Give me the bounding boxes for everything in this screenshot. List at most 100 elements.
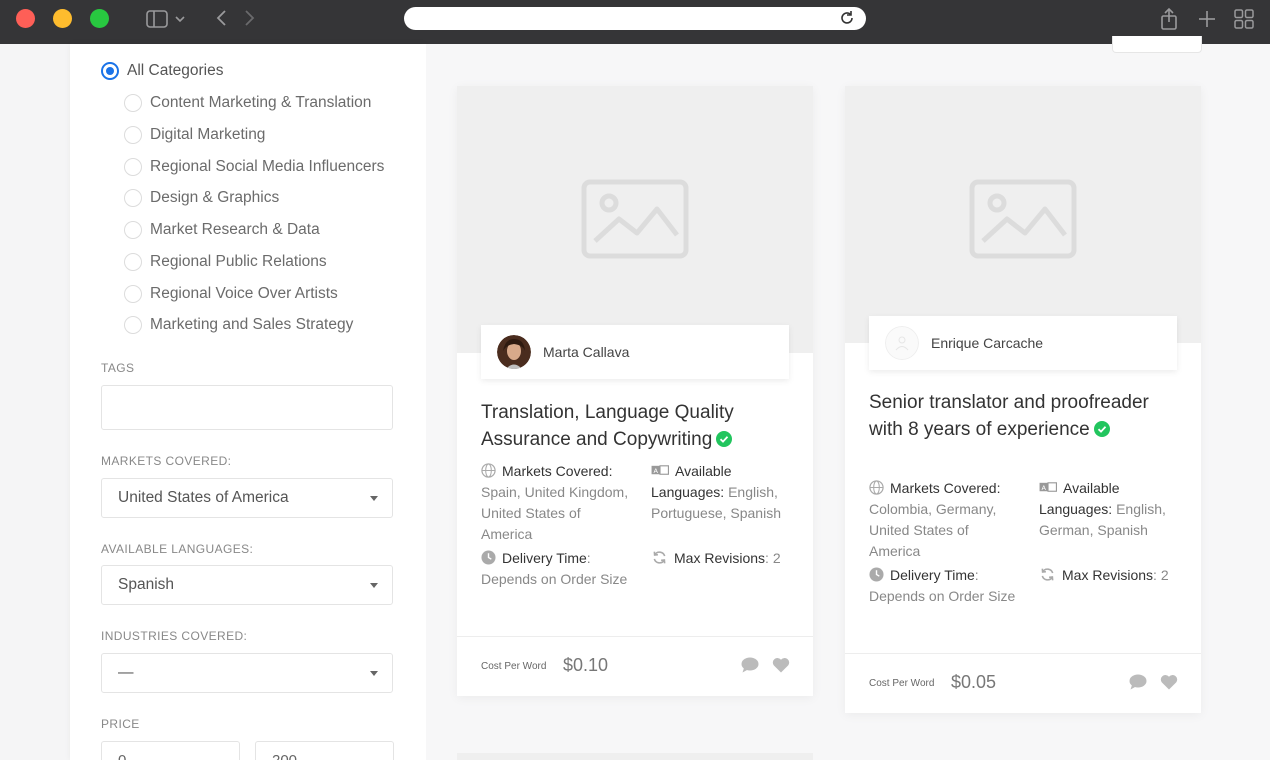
cost-per-word-label: Cost Per Word (481, 661, 547, 672)
image-placeholder-icon (581, 179, 689, 259)
chat-icon[interactable] (741, 657, 759, 673)
back-icon[interactable] (213, 8, 231, 28)
industries-select[interactable]: — (101, 653, 393, 693)
radio[interactable] (124, 94, 142, 112)
markets-select[interactable]: United States of America (101, 478, 393, 518)
heart-icon[interactable] (772, 657, 790, 673)
category-label: Digital Marketing (150, 126, 266, 143)
card-divider (845, 653, 1201, 654)
delivery-time: Delivery Time: Depends on Order Size (869, 567, 1016, 604)
avatar (497, 335, 531, 369)
avatar (885, 326, 919, 360)
zoom-window-button[interactable] (90, 9, 109, 28)
language-icon: A (1039, 482, 1057, 492)
forward-icon[interactable] (240, 8, 258, 28)
verified-check-icon (716, 431, 733, 447)
radio[interactable] (124, 285, 142, 303)
new-tab-icon[interactable] (1196, 8, 1218, 30)
svg-text:A: A (653, 467, 658, 475)
clock-icon (481, 550, 496, 565)
radio[interactable] (124, 316, 142, 334)
delivery-time: Delivery Time: Depends on Order Size (481, 550, 628, 587)
language-icon: A (651, 465, 669, 475)
markets-covered: Markets Covered: Spain, United Kingdom, … (481, 461, 631, 545)
markets-covered-value: Colombia, Germany, United States of Amer… (869, 501, 997, 559)
languages-label: AVAILABLE LANGUAGES: (101, 542, 254, 556)
category-option[interactable]: Regional Public Relations (124, 253, 327, 271)
author-box[interactable]: Marta Callava (481, 325, 789, 379)
tab-overview-icon[interactable] (1233, 8, 1255, 30)
price-max-input[interactable]: 200 (255, 741, 394, 760)
radio-selected[interactable] (101, 62, 119, 80)
share-icon[interactable] (1158, 7, 1180, 31)
radio[interactable] (124, 158, 142, 176)
delivery-label: Delivery Time (890, 567, 975, 583)
reload-icon[interactable] (838, 9, 856, 27)
industries-value: — (118, 664, 134, 681)
card-image-placeholder (457, 86, 813, 353)
service-card[interactable]: Marta Callava Translation, Language Qual… (457, 86, 813, 696)
languages-value: Spanish (118, 576, 175, 593)
service-card[interactable]: Enrique Carcache Senior translator and p… (845, 86, 1201, 713)
max-revisions: Max Revisions: 2 (1039, 565, 1184, 586)
filter-sidebar: All Categories Content Marketing & Trans… (70, 44, 426, 760)
max-revisions: Max Revisions: 2 (651, 548, 796, 569)
card-title-text: Translation, Language Quality Assurance … (481, 402, 734, 450)
globe-icon (481, 463, 496, 478)
radio[interactable] (124, 221, 142, 239)
category-option[interactable]: Digital Marketing (124, 126, 265, 144)
radio[interactable] (124, 189, 142, 207)
category-label: Regional Social Media Influencers (150, 158, 385, 175)
category-option[interactable]: Content Marketing & Translation (124, 94, 371, 112)
radio[interactable] (124, 253, 142, 271)
address-bar[interactable] (404, 7, 866, 30)
revisions-value: 2 (772, 550, 781, 566)
radio[interactable] (124, 126, 142, 144)
revisions-value: 2 (1160, 567, 1169, 583)
available-languages: A Available Languages: English, Portugues… (651, 461, 796, 524)
globe-icon (869, 480, 884, 495)
category-option-all[interactable]: All Categories (101, 62, 224, 80)
minimize-window-button[interactable] (53, 9, 72, 28)
browser-toolbar (0, 0, 1270, 44)
category-label: Regional Voice Over Artists (150, 285, 338, 302)
languages-select[interactable]: Spanish (101, 565, 393, 605)
tags-input[interactable] (101, 385, 393, 430)
next-card-image (457, 753, 813, 760)
sort-button[interactable] (1112, 36, 1202, 53)
tags-label: TAGS (101, 361, 135, 375)
card-title[interactable]: Translation, Language Quality Assurance … (481, 399, 791, 453)
chat-icon[interactable] (1129, 674, 1147, 690)
category-option[interactable]: Marketing and Sales Strategy (124, 316, 353, 334)
close-window-button[interactable] (16, 9, 35, 28)
delivery-value: Depends on Order Size (481, 571, 628, 587)
category-label: Design & Graphics (150, 189, 280, 206)
category-option[interactable]: Regional Social Media Influencers (124, 158, 384, 176)
heart-icon[interactable] (1160, 674, 1178, 690)
markets-covered-value: Spain, United Kingdom, United States of … (481, 484, 629, 542)
price-min-input[interactable]: 0 (101, 741, 240, 760)
price-label: PRICE (101, 717, 140, 731)
markets-covered: Markets Covered: Colombia, Germany, Unit… (869, 478, 1019, 562)
category-label: Content Marketing & Translation (150, 94, 372, 111)
caret-down-icon (370, 671, 378, 676)
category-label: Marketing and Sales Strategy (150, 316, 354, 333)
cost-per-word-label: Cost Per Word (869, 678, 935, 689)
revisions-label: Max Revisions (1062, 567, 1154, 583)
category-option[interactable]: Design & Graphics (124, 189, 279, 207)
category-option[interactable]: Market Research & Data (124, 221, 320, 239)
caret-down-icon (370, 583, 378, 588)
author-name: Enrique Carcache (931, 335, 1044, 351)
category-option[interactable]: Regional Voice Over Artists (124, 285, 338, 303)
delivery-label: Delivery Time (502, 550, 587, 566)
sidebar-toggle-icon[interactable] (146, 9, 186, 29)
industries-label: INDUSTRIES COVERED: (101, 629, 248, 643)
category-label: All Categories (127, 62, 224, 79)
author-box[interactable]: Enrique Carcache (869, 316, 1177, 370)
verified-check-icon (1093, 421, 1110, 437)
card-title[interactable]: Senior translator and proofreader with 8… (869, 389, 1179, 443)
author-name: Marta Callava (543, 344, 630, 360)
languages-label: Languages: (651, 484, 725, 500)
delivery-value: Depends on Order Size (869, 588, 1016, 604)
refresh-icon (1041, 568, 1054, 581)
